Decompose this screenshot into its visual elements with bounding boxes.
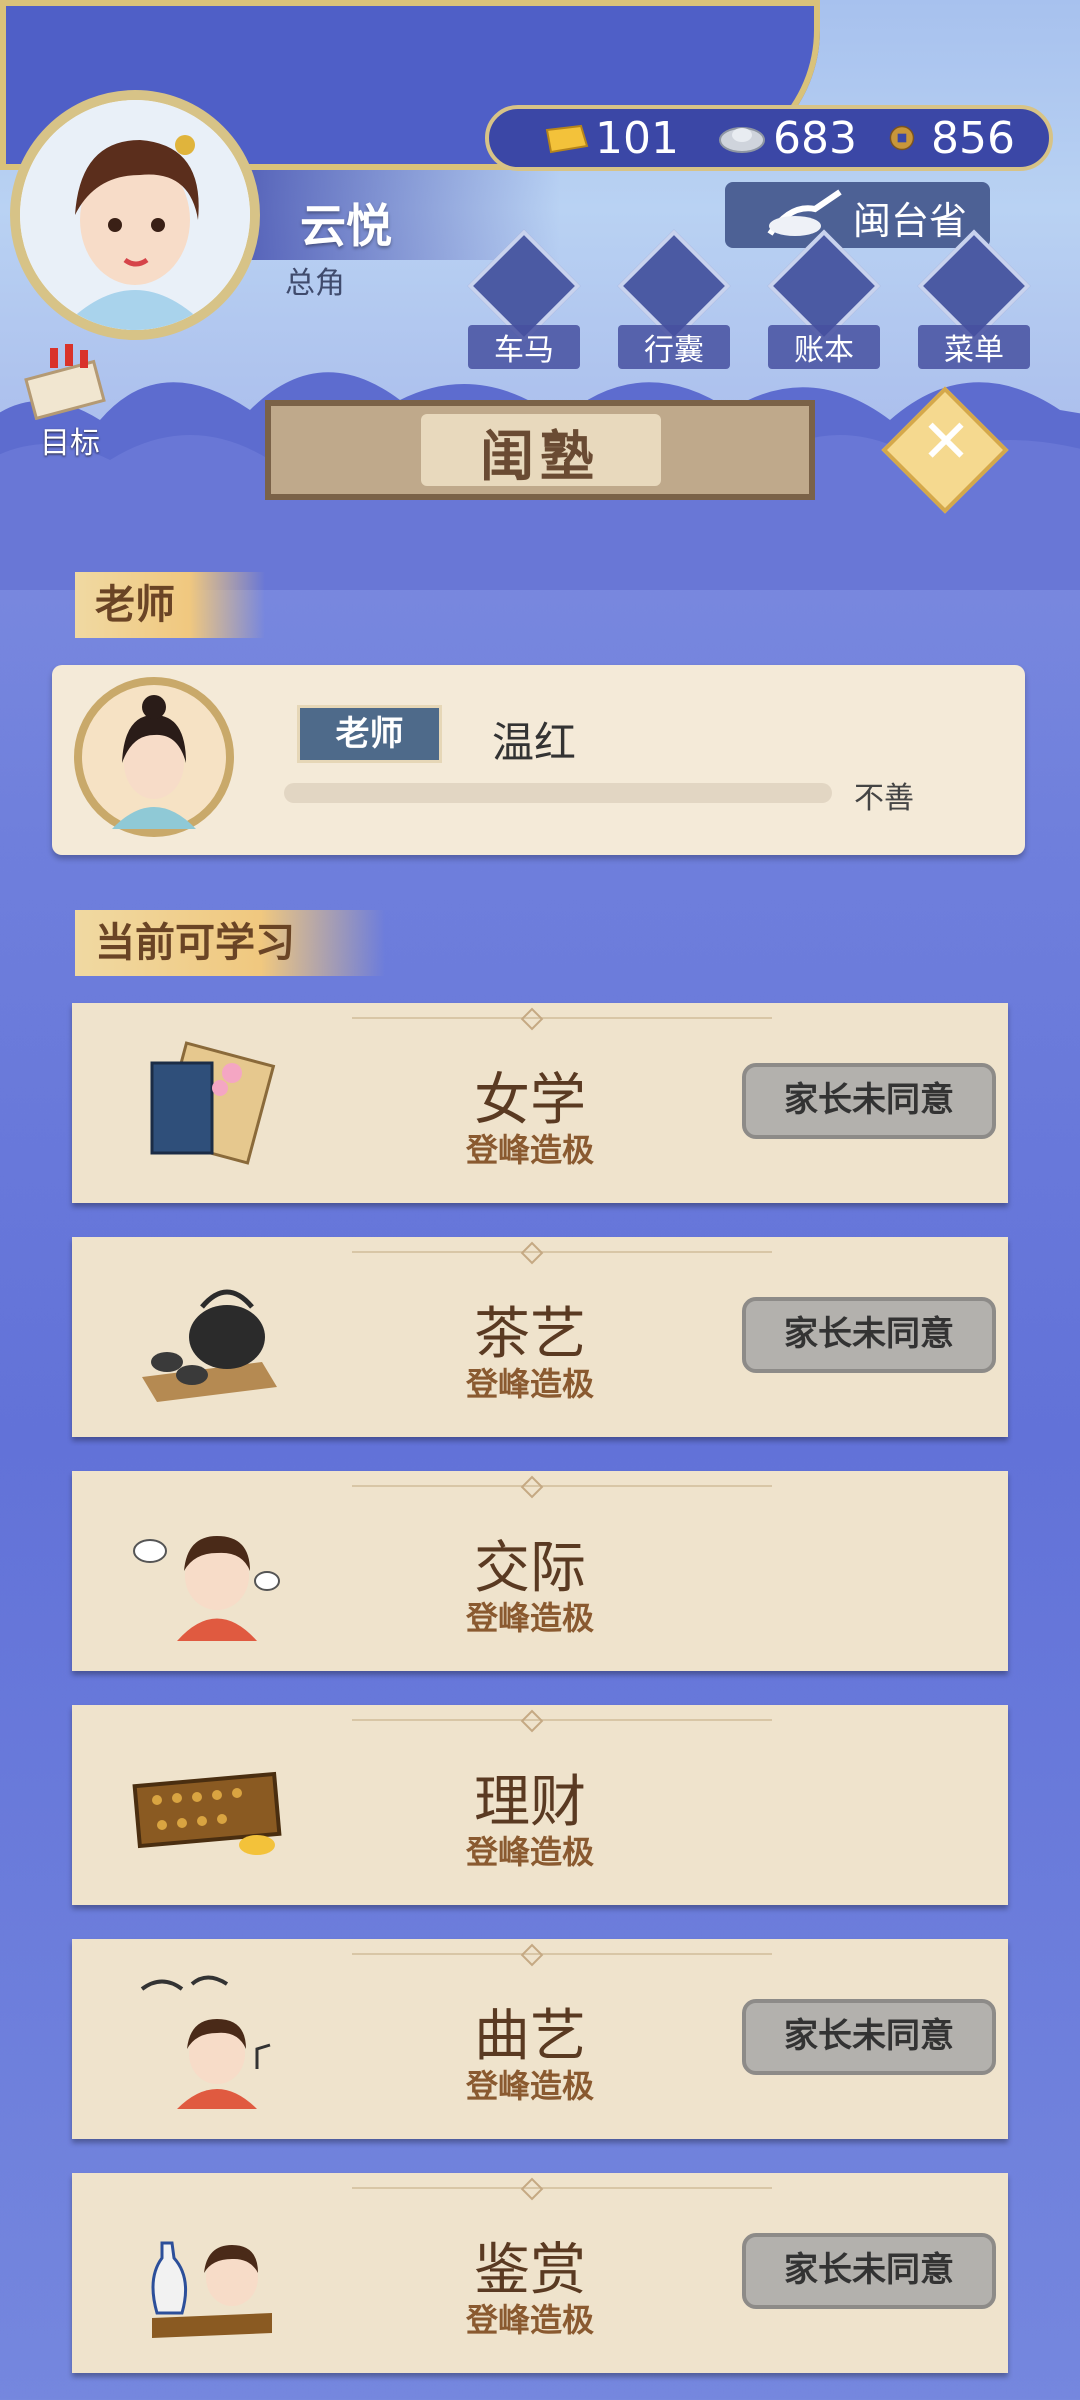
close-icon[interactable]: ✕ xyxy=(918,407,974,477)
seal-stamp-icon xyxy=(767,189,842,236)
card-divider xyxy=(352,1953,772,1955)
teacher-name: 温红 xyxy=(492,718,577,767)
player-role: 总角 xyxy=(285,266,345,301)
card-divider xyxy=(352,2187,772,2189)
skill-card-social[interactable]: 交际 登峰造极 xyxy=(72,1471,1008,1671)
location-label: 闽台省 xyxy=(853,199,968,243)
goal-button[interactable]: 目标 xyxy=(20,340,120,461)
carriage-button[interactable]: 车马 xyxy=(467,229,581,369)
skill-card-finance[interactable]: 理财 登峰造极 xyxy=(72,1705,1008,1905)
relationship-bar xyxy=(284,783,832,803)
card-divider-dot xyxy=(520,2177,544,2201)
gold-amount: 101 xyxy=(595,112,679,164)
card-divider-dot xyxy=(520,1943,544,1967)
currency-bar: 101 683 856 xyxy=(485,105,1053,171)
ledger-button[interactable]: 账本 xyxy=(767,229,881,369)
silver-ingot-icon xyxy=(719,127,765,153)
card-divider-dot xyxy=(520,1475,544,1499)
card-divider xyxy=(352,1017,772,1019)
skill-level: 登峰造极 xyxy=(465,1833,594,1871)
page-title-plaque: 闺塾 xyxy=(265,400,815,500)
gold-counter: 101 xyxy=(539,109,679,167)
skill-card-music[interactable]: 曲艺 登峰造极 家长未同意 xyxy=(72,1939,1008,2139)
player-name: 云悦 xyxy=(300,199,392,253)
parent-disagree-button[interactable]: 家长未同意 xyxy=(742,1297,996,1373)
scroll-icon xyxy=(24,344,106,421)
card-divider xyxy=(352,1719,772,1721)
location-button[interactable]: 闽台省 xyxy=(725,182,990,248)
carriage-label: 车马 xyxy=(468,325,580,369)
relationship-status: 不善 xyxy=(854,781,914,816)
bag-label: 行囊 xyxy=(618,325,730,369)
copper-coin-icon xyxy=(889,125,915,151)
menu-label: 菜单 xyxy=(918,325,1030,369)
coin-amount: 856 xyxy=(931,112,1015,164)
silver-counter: 683 xyxy=(717,109,857,167)
teacher-card[interactable]: 老师 温红 不善 xyxy=(52,665,1025,855)
gold-bar-icon xyxy=(545,124,589,154)
card-divider-dot xyxy=(520,1007,544,1031)
player-avatar[interactable] xyxy=(10,90,260,340)
parent-disagree-button[interactable]: 家长未同意 xyxy=(742,1063,996,1139)
teacher-badge: 老师 xyxy=(297,705,442,763)
skill-level: 登峰造极 xyxy=(465,1599,594,1637)
card-divider-dot xyxy=(520,1241,544,1265)
teacher-avatar xyxy=(74,677,234,837)
bag-button[interactable]: 行囊 xyxy=(617,229,731,369)
skill-name: 理财 xyxy=(474,1770,586,1835)
skill-card-tea-art[interactable]: 茶艺 登峰造极 家长未同意 xyxy=(72,1237,1008,1437)
skill-name: 交际 xyxy=(474,1536,586,1601)
card-divider xyxy=(352,1251,772,1253)
silver-amount: 683 xyxy=(773,112,857,164)
parent-disagree-button[interactable]: 家长未同意 xyxy=(742,2233,996,2309)
menu-button[interactable]: 菜单 xyxy=(917,229,1031,369)
skill-card-female-studies[interactable]: 女学 登峰造极 家长未同意 xyxy=(72,1003,1008,1203)
card-divider xyxy=(352,1485,772,1487)
goal-label: 目标 xyxy=(40,426,100,461)
card-divider-dot xyxy=(520,1709,544,1733)
coin-counter: 856 xyxy=(889,109,1015,167)
ledger-label: 账本 xyxy=(768,325,880,369)
teacher-section-title: 老师 xyxy=(75,572,265,638)
parent-disagree-button[interactable]: 家长未同意 xyxy=(742,1999,996,2075)
page-title: 闺塾 xyxy=(480,425,600,488)
skill-card-appreciation[interactable]: 鉴赏 登峰造极 家长未同意 xyxy=(72,2173,1008,2373)
player-portrait-icon xyxy=(20,100,250,330)
teacher-portrait-icon xyxy=(112,695,196,829)
skills-section-title: 当前可学习 xyxy=(75,910,385,976)
